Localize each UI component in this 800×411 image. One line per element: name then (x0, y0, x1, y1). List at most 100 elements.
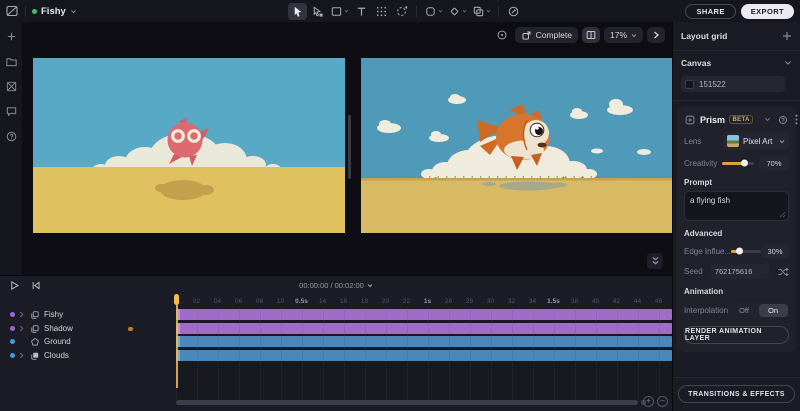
prompt-input[interactable]: a flying fish (684, 191, 789, 221)
layers-icon (30, 324, 40, 334)
expand-chevron-icon[interactable] (19, 311, 26, 318)
transitions-section: TRANSITIONS & EFFECTS (673, 377, 800, 411)
edge-influence-slider[interactable] (731, 250, 761, 253)
comment-tool[interactable] (504, 3, 523, 20)
layer-color-dot (10, 339, 15, 344)
help-circle-icon[interactable] (778, 115, 788, 125)
text-tool[interactable] (352, 3, 371, 20)
zoom-dropdown[interactable]: 17% (604, 27, 643, 43)
timeline-zoom-in-button[interactable]: + (643, 396, 654, 407)
divider (673, 100, 800, 101)
rectangle-tool[interactable] (328, 3, 351, 20)
track-bar-ground[interactable] (176, 336, 672, 347)
share-button[interactable]: SHARE (685, 4, 735, 19)
layer-color-dot (10, 312, 15, 317)
project-status-dot (32, 9, 37, 14)
add-icon[interactable] (5, 30, 18, 43)
layer-row-fishy[interactable]: Fishy (0, 309, 176, 320)
timeline-horizontal-scrollbar[interactable] (176, 400, 638, 405)
canvas-area: Complete 17% (22, 22, 672, 275)
folder-icon[interactable] (5, 55, 18, 68)
spread-view-button[interactable] (582, 27, 600, 43)
timeline-body: 02 04 06 08 10 0.5s 14 16 18 20 22 1s 26… (0, 294, 672, 411)
add-layout-grid-icon[interactable] (782, 31, 792, 41)
frame-tool[interactable] (422, 3, 445, 20)
complete-button[interactable]: Complete (515, 27, 578, 43)
shuffle-seed-icon[interactable] (777, 266, 789, 278)
next-button[interactable] (647, 27, 665, 43)
lens-dropdown[interactable]: Pixel Art (723, 132, 789, 150)
canvas-controls: Complete 17% (493, 27, 665, 43)
snapshot-button[interactable] (493, 27, 511, 43)
seed-value: 762175616 (715, 267, 753, 276)
edge-influence-value[interactable]: 30% (761, 244, 789, 258)
frame-2-preview[interactable] (361, 58, 672, 233)
layer-color-dot (10, 353, 15, 358)
app-logo-icon[interactable] (5, 4, 19, 18)
time-display-value: 00:00:00 / 00:02:00 (299, 281, 364, 290)
timeline-panel: 00:00:00 / 00:02:00 02 04 06 08 10 0.5s … (0, 275, 672, 411)
chevron-down-icon (367, 283, 373, 288)
canvas-vertical-scrollbar[interactable] (348, 115, 351, 179)
creativity-label: Creativity (684, 159, 717, 168)
lens-thumbnail (727, 135, 739, 147)
help-icon[interactable] (5, 130, 18, 143)
layer-row-shadow[interactable]: Shadow (0, 323, 176, 334)
layer-color-dot (10, 326, 15, 331)
collapse-panel-button[interactable] (647, 253, 663, 269)
top-bar: Fishy (0, 0, 800, 22)
chevron-down-icon (70, 8, 77, 15)
complete-icon (521, 30, 532, 41)
select-cursor-tool[interactable] (288, 3, 307, 20)
interpolation-on-option[interactable]: On (759, 304, 788, 317)
seed-input[interactable]: 762175616 (711, 264, 769, 279)
expand-chevron-icon[interactable] (19, 352, 26, 359)
slider-thumb[interactable] (736, 248, 743, 255)
canvas-color-input[interactable]: 151522 (681, 76, 785, 92)
edge-influence-label: Edge Influe... (684, 247, 731, 256)
prompt-label: Prompt (684, 178, 789, 187)
timeline-ruler[interactable]: 02 04 06 08 10 0.5s 14 16 18 20 22 1s 26… (186, 294, 669, 308)
diamond-tool[interactable] (446, 3, 469, 20)
lens-value: Pixel Art (743, 137, 775, 146)
chevron-down-icon[interactable] (784, 60, 792, 66)
project-menu[interactable]: Fishy (32, 6, 77, 17)
expand-chevron-icon[interactable] (19, 325, 26, 332)
kebab-menu-icon[interactable] (795, 114, 798, 125)
complete-label: Complete (536, 30, 572, 40)
interpolation-off-option[interactable]: Off (730, 304, 759, 317)
playhead-handle[interactable] (174, 294, 179, 305)
layer-row-clouds[interactable]: Clouds (0, 350, 176, 361)
comments-icon[interactable] (5, 105, 18, 118)
prompt-value: a flying fish (690, 196, 730, 205)
chevron-down-icon (779, 139, 785, 144)
pixel-grid-tool[interactable] (372, 3, 391, 20)
node-cursor-tool[interactable] (308, 3, 327, 20)
chevron-down-icon[interactable] (764, 117, 771, 122)
creativity-value[interactable]: 70% (759, 156, 789, 170)
export-button[interactable]: EXPORT (741, 4, 794, 19)
resize-handle-icon[interactable] (779, 211, 786, 218)
project-name: Fishy (41, 6, 66, 17)
transform-tool[interactable] (392, 3, 411, 20)
timeline-zoom-out-button[interactable]: − (657, 396, 668, 407)
time-display-dropdown[interactable]: 00:00:00 / 00:02:00 (0, 276, 672, 294)
keyframe-marker[interactable] (128, 327, 133, 332)
tool-bar (288, 0, 523, 22)
track-bar-fishy[interactable] (176, 309, 672, 320)
boolean-shapes-tool[interactable] (470, 3, 493, 20)
creativity-slider[interactable] (722, 162, 754, 165)
render-animation-layer-button[interactable]: RENDER ANIMATION LAYER (684, 326, 789, 344)
interpolation-toggle: Off On (728, 302, 789, 318)
slider-thumb[interactable] (741, 160, 748, 167)
layer-row-ground[interactable]: Ground (0, 336, 176, 347)
transitions-effects-button[interactable]: TRANSITIONS & EFFECTS (678, 385, 795, 403)
lens-label: Lens (684, 137, 701, 146)
divider (25, 6, 26, 17)
frame-1-preview[interactable] (33, 58, 345, 233)
track-bar-clouds[interactable] (176, 350, 672, 361)
layer-name: Shadow (44, 324, 73, 333)
color-swatch[interactable] (685, 80, 694, 89)
assets-icon[interactable] (5, 80, 18, 93)
track-bar-shadow[interactable] (176, 323, 672, 334)
